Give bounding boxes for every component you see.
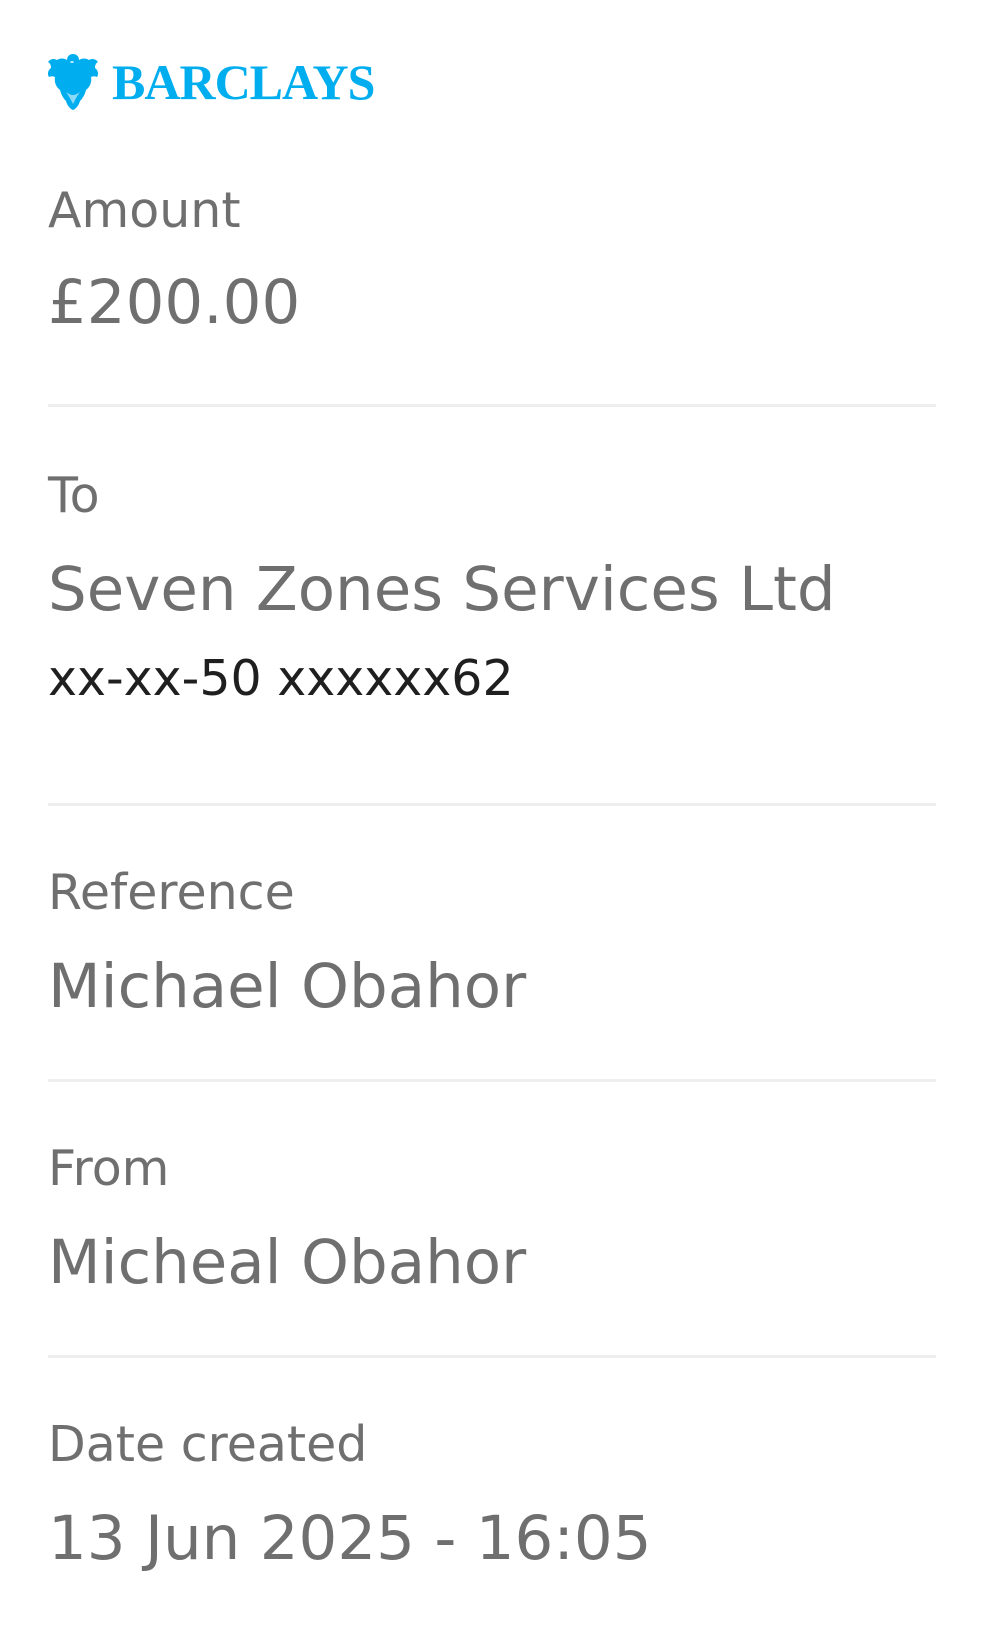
to-section: To Seven Zones Services Ltd xx-xx-50 xxx… bbox=[48, 471, 936, 703]
payee-name: Seven Zones Services Ltd bbox=[48, 554, 836, 625]
payee-account-number: xx-xx-50 xxxxxx62 bbox=[48, 650, 514, 707]
amount-value: £200.00 bbox=[48, 267, 301, 338]
divider bbox=[48, 1355, 936, 1358]
date-created-section: Date created 13 Jun 2025 - 16:05 bbox=[48, 1420, 936, 1569]
eagle-icon bbox=[47, 54, 99, 110]
divider bbox=[48, 1079, 936, 1082]
from-value: Micheal Obahor bbox=[48, 1227, 527, 1298]
amount-section: Amount £200.00 bbox=[48, 186, 936, 333]
from-section: From Micheal Obahor bbox=[48, 1144, 936, 1293]
from-label: From bbox=[48, 1140, 170, 1197]
reference-value: Michael Obahor bbox=[48, 951, 527, 1022]
payment-receipt-card: BARCLAYS Amount £200.00 To Seven Zones S… bbox=[0, 0, 984, 1638]
divider bbox=[48, 404, 936, 407]
to-label: To bbox=[48, 467, 100, 524]
date-created-label: Date created bbox=[48, 1416, 368, 1473]
date-created-value: 13 Jun 2025 - 16:05 bbox=[48, 1503, 652, 1574]
logo-wordmark: BARCLAYS bbox=[112, 54, 375, 110]
reference-section: Reference Michael Obahor bbox=[48, 868, 936, 1017]
reference-label: Reference bbox=[48, 864, 295, 921]
divider bbox=[48, 803, 936, 806]
barclays-logo: BARCLAYS bbox=[46, 50, 375, 114]
amount-label: Amount bbox=[48, 182, 241, 239]
